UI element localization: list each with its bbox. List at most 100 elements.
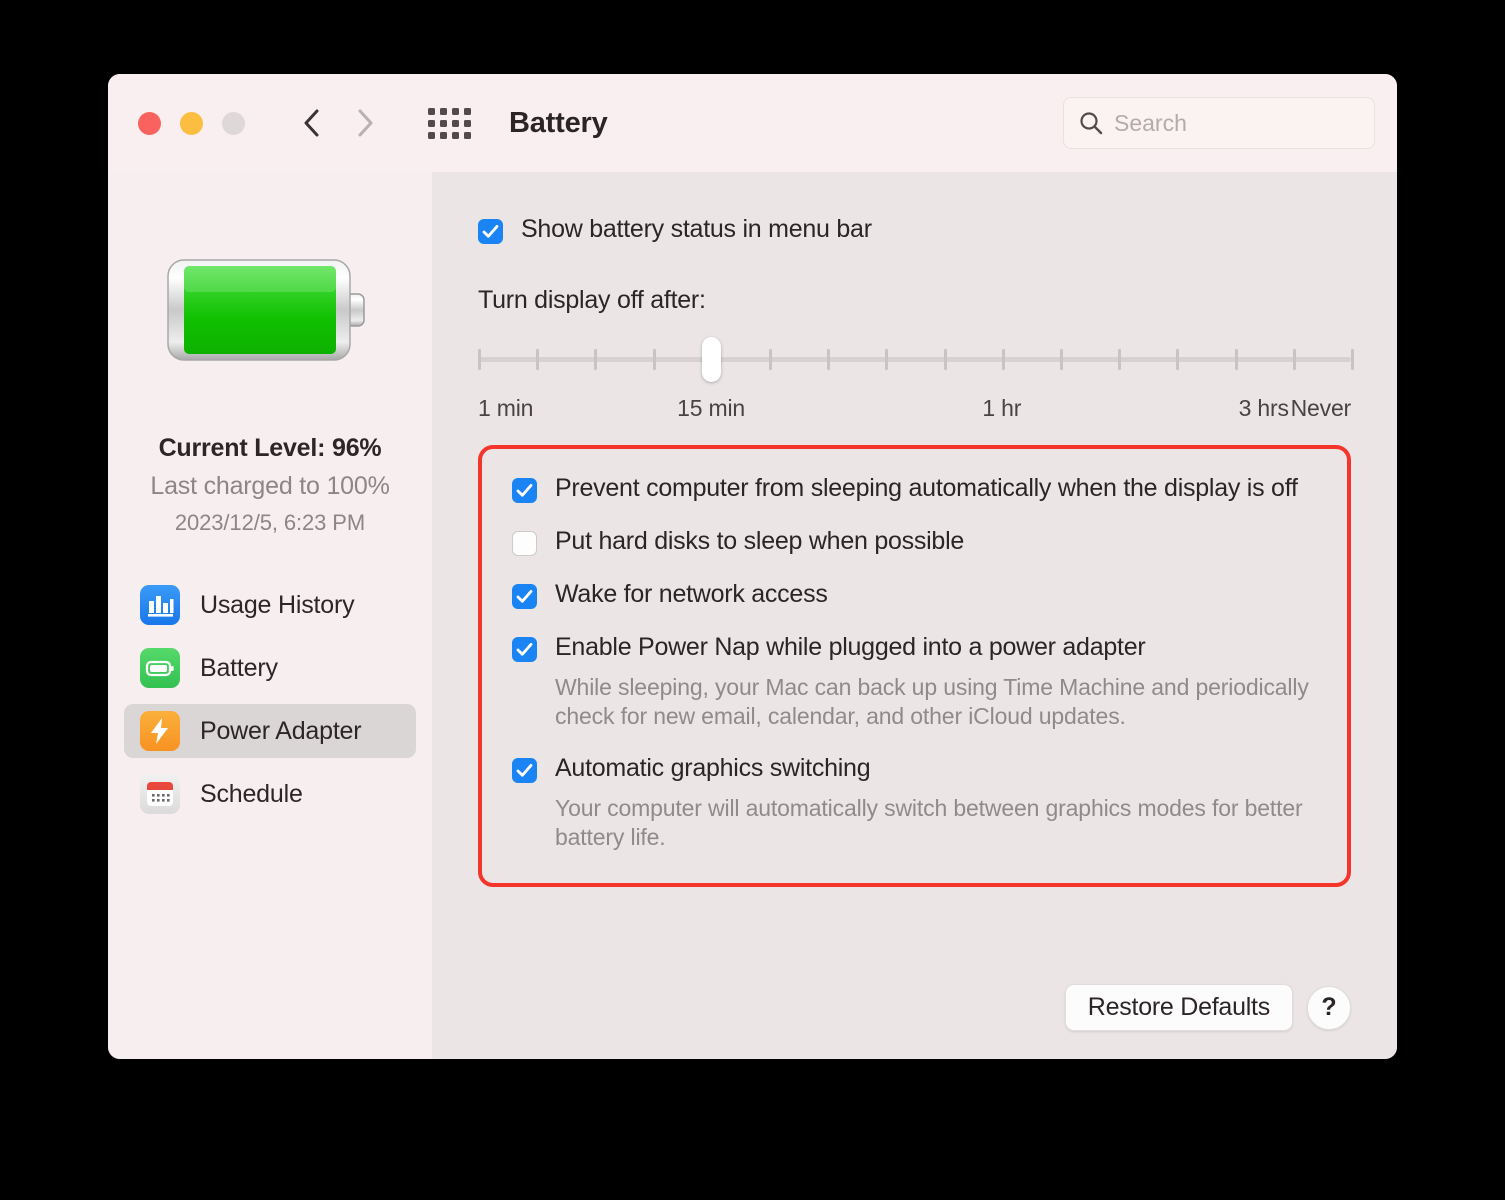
slider-tick (653, 349, 656, 370)
search-field[interactable] (1063, 97, 1375, 149)
sidebar-nav-list: Usage History Battery (108, 578, 432, 830)
battery-full-green-icon (164, 254, 376, 366)
option-description: While sleeping, your Mac can back up usi… (555, 673, 1317, 730)
navigation-buttons (299, 106, 378, 140)
minimize-button[interactable] (180, 112, 203, 135)
sidebar-item-label: Power Adapter (200, 717, 361, 746)
slider-tick (536, 349, 539, 370)
bar-chart-icon (140, 585, 180, 625)
turn-display-off-label: Turn display off after: (478, 286, 1351, 315)
slider-tick (478, 349, 481, 370)
sidebar-item-schedule[interactable]: Schedule (124, 767, 416, 821)
calendar-icon (140, 774, 180, 814)
power-options-group: Prevent computer from sleeping automatic… (478, 445, 1351, 887)
slider-tick (1293, 349, 1296, 370)
slider-tick (885, 349, 888, 370)
slider-tick (827, 349, 830, 370)
sidebar-item-power-adapter[interactable]: Power Adapter (124, 704, 416, 758)
grid-dot (464, 132, 471, 139)
prevent-sleep-checkbox[interactable] (512, 478, 537, 503)
close-button[interactable] (138, 112, 161, 135)
sidebar-item-label: Schedule (200, 780, 303, 809)
display-off-slider[interactable] (478, 339, 1351, 381)
slider-scale-label: 1 hr (982, 395, 1021, 422)
slider-scale-labels: 1 min 15 min 1 hr 3 hrsNever (478, 395, 1351, 427)
grid-dot (452, 108, 459, 115)
page-title: Battery (509, 107, 608, 140)
window-body: Current Level: 96% Last charged to 100% … (108, 172, 1397, 1059)
slider-tick (1351, 349, 1354, 370)
grid-dot (428, 108, 435, 115)
slider-tick (1235, 349, 1238, 370)
option-hard-disk-sleep[interactable]: Put hard disks to sleep when possible (512, 528, 1317, 556)
slider-thumb[interactable] (702, 337, 721, 382)
system-preferences-window: Battery (108, 74, 1397, 1059)
chevron-right-icon (352, 106, 378, 140)
slider-scale-label: 1 min (478, 395, 533, 422)
option-wake-network[interactable]: Wake for network access (512, 581, 1317, 609)
option-description: Your computer will automatically switch … (555, 794, 1317, 851)
option-prevent-sleep[interactable]: Prevent computer from sleeping automatic… (512, 475, 1317, 503)
option-label: Put hard disks to sleep when possible (555, 528, 964, 556)
option-label: Prevent computer from sleeping automatic… (555, 475, 1298, 503)
power-nap-checkbox[interactable] (512, 637, 537, 662)
wake-network-checkbox[interactable] (512, 584, 537, 609)
option-power-nap[interactable]: Enable Power Nap while plugged into a po… (512, 634, 1317, 730)
sidebar-item-usage-history[interactable]: Usage History (124, 578, 416, 632)
slider-tick (1118, 349, 1121, 370)
show-battery-status-row[interactable]: Show battery status in menu bar (478, 216, 1351, 244)
grid-dot (452, 120, 459, 127)
option-label: Automatic graphics switching (555, 755, 870, 783)
slider-scale-label: 15 min (677, 395, 745, 422)
grid-dot (452, 132, 459, 139)
hard-disk-sleep-checkbox[interactable] (512, 531, 537, 556)
grid-dot (440, 120, 447, 127)
sidebar-item-label: Battery (200, 654, 278, 683)
chevron-left-icon (299, 106, 325, 140)
graphics-switching-checkbox[interactable] (512, 758, 537, 783)
slider-tick (1002, 349, 1005, 370)
slider-tick (1060, 349, 1063, 370)
sidebar-item-battery[interactable]: Battery (124, 641, 416, 695)
last-charged-date-text: 2023/12/5, 6:23 PM (108, 510, 432, 536)
grid-dot (464, 120, 471, 127)
checkmark-icon (515, 761, 534, 780)
grid-dot (428, 132, 435, 139)
restore-defaults-button[interactable]: Restore Defaults (1065, 984, 1293, 1031)
slider-scale-label: 3 hrs (1239, 395, 1289, 422)
checkmark-icon (515, 481, 534, 500)
show-battery-status-label: Show battery status in menu bar (521, 216, 872, 244)
checkmark-icon (481, 222, 500, 241)
back-button[interactable] (299, 106, 325, 140)
slider-track (478, 357, 1351, 362)
slider-tick (594, 349, 597, 370)
option-graphics-switching[interactable]: Automatic graphics switching Your comput… (512, 755, 1317, 851)
battery-icon (140, 648, 180, 688)
help-button[interactable]: ? (1307, 986, 1351, 1030)
show-all-grid-icon[interactable] (428, 108, 471, 139)
checkmark-icon (515, 640, 534, 659)
lightning-bolt-icon (140, 711, 180, 751)
bottom-button-bar: Restore Defaults ? (1065, 984, 1351, 1031)
window-titlebar: Battery (108, 74, 1397, 172)
option-label: Enable Power Nap while plugged into a po… (555, 634, 1145, 662)
grid-dot (440, 108, 447, 115)
battery-status-text: Current Level: 96% Last charged to 100% … (108, 434, 432, 536)
slider-tick (944, 349, 947, 370)
grid-dot (428, 120, 435, 127)
grid-dot (440, 132, 447, 139)
slider-tick (769, 349, 772, 370)
slider-scale-label: Never (1291, 395, 1351, 422)
option-label: Wake for network access (555, 581, 828, 609)
zoom-button (222, 112, 245, 135)
search-input[interactable] (1114, 110, 1360, 137)
checkmark-icon (515, 587, 534, 606)
sidebar-item-label: Usage History (200, 591, 354, 620)
show-battery-status-checkbox[interactable] (478, 219, 503, 244)
slider-tick (1176, 349, 1179, 370)
grid-dot (464, 108, 471, 115)
last-charged-text: Last charged to 100% (108, 472, 432, 501)
search-icon (1078, 110, 1104, 136)
forward-button[interactable] (352, 106, 378, 140)
sidebar: Current Level: 96% Last charged to 100% … (108, 172, 432, 1059)
